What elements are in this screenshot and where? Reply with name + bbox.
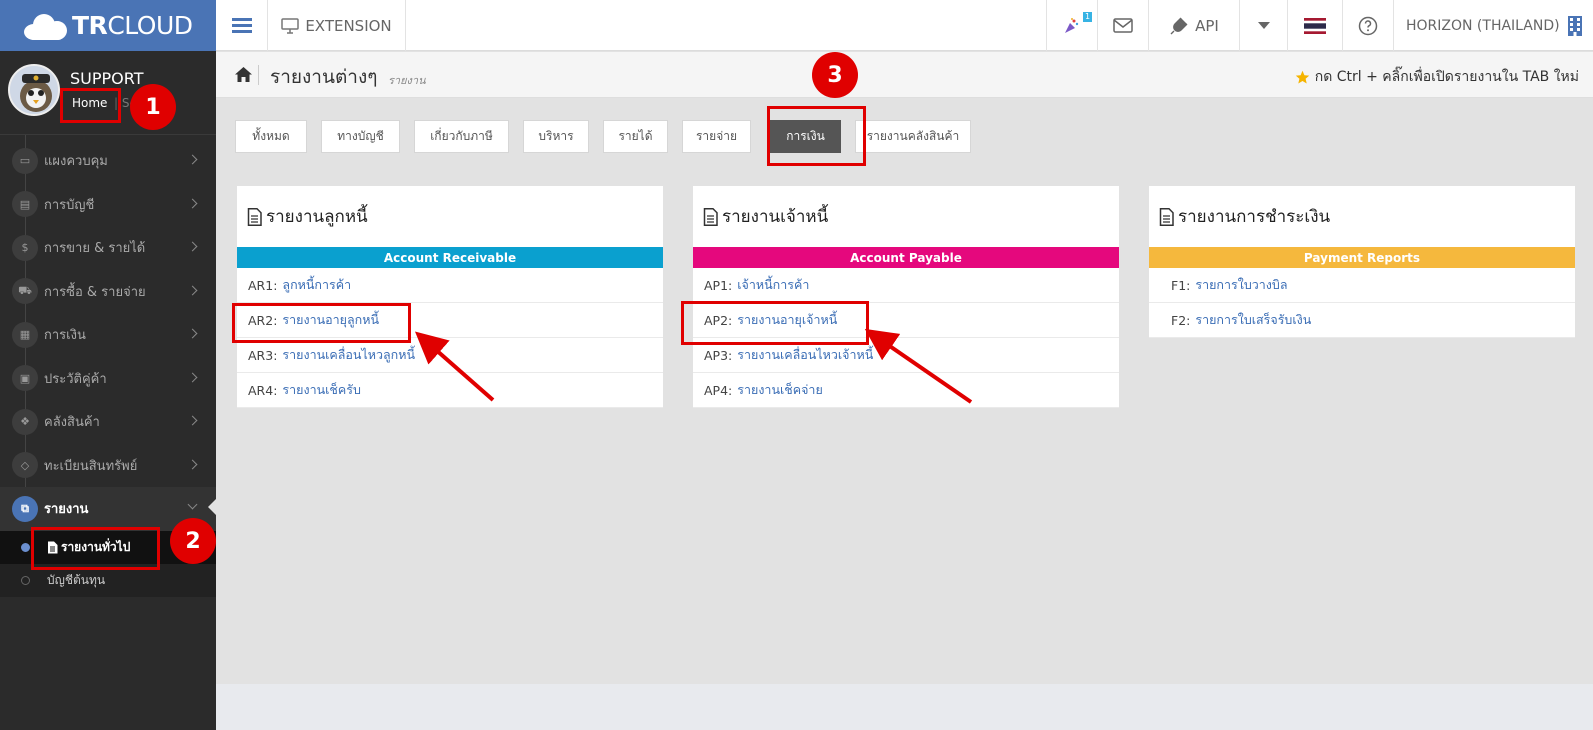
arrow-to-ar2 bbox=[414, 331, 495, 402]
annotation-arrows bbox=[414, 328, 973, 404]
arrow-to-ap2 bbox=[864, 328, 973, 404]
